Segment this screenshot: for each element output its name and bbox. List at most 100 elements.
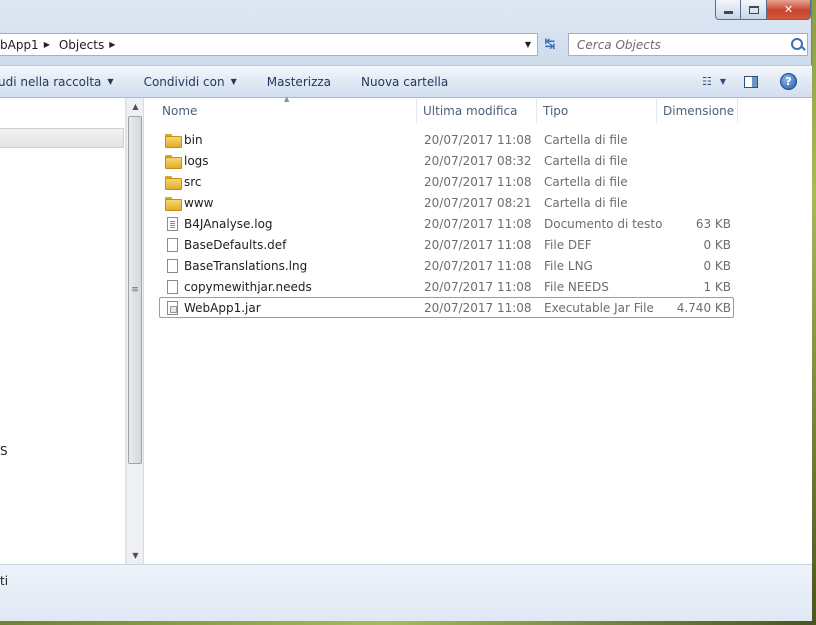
column-header-name[interactable]: ▲ Nome [144, 95, 417, 123]
close-icon: ✕ [783, 3, 794, 16]
file-modified: 20/07/2017 11:08 [424, 258, 532, 273]
file-name: copymewithjar.needs [184, 279, 312, 294]
file-modified: 20/07/2017 11:08 [424, 237, 532, 252]
grip-icon: ≡ [131, 284, 139, 295]
file-list-pane: ▲ Nome Ultima modifica Tipo Dimensione b… [144, 95, 812, 564]
folder-icon [164, 133, 182, 148]
change-view-button[interactable]: ☷ ▼ [696, 75, 732, 88]
file-row-selected[interactable]: WebApp1.jar 20/07/2017 11:08 Executable … [159, 297, 734, 318]
file-name: www [184, 195, 214, 210]
chevron-down-icon: ▼ [524, 40, 532, 49]
breadcrumb-arrow-icon[interactable]: ▶ [107, 40, 121, 49]
new-folder-label: Nuova cartella [361, 74, 449, 89]
search-icon[interactable] [787, 35, 807, 55]
folder-icon [164, 154, 182, 169]
file-modified: 20/07/2017 11:08 [424, 216, 532, 231]
command-bar: udi nella raccolta ▼ Condividi con ▼ Mas… [0, 65, 812, 98]
status-text: ti [0, 574, 9, 588]
column-header-label: Ultima modifica [423, 103, 518, 118]
breadcrumb-item[interactable]: bApp1 ▶ [0, 38, 56, 52]
file-size: 0 KB [703, 237, 731, 252]
search-box [568, 33, 808, 56]
new-folder-button[interactable]: Nuova cartella [346, 66, 463, 97]
navigation-pane: S [0, 98, 126, 564]
help-icon[interactable]: ? [780, 73, 797, 90]
file-name: BaseDefaults.def [184, 237, 287, 252]
file-row[interactable]: B4JAnalyse.log 20/07/2017 11:08 Document… [159, 213, 734, 234]
address-row: bApp1 ▶ Objects ▶ ▼ ↹ [0, 33, 812, 57]
file-row[interactable]: src 20/07/2017 11:08 Cartella di file [159, 171, 734, 192]
chevron-down-icon: ▼ [230, 77, 237, 86]
column-header-size[interactable]: Dimensione [657, 98, 738, 123]
file-icon [166, 237, 178, 252]
file-type: Documento di testo [544, 216, 663, 231]
file-row[interactable]: logs 20/07/2017 08:32 Cartella di file [159, 150, 734, 171]
file-name: bin [184, 132, 203, 147]
file-type: Cartella di file [544, 153, 628, 168]
file-type: File NEEDS [544, 279, 609, 294]
search-input[interactable] [569, 34, 787, 55]
nav-selected-item[interactable] [0, 128, 124, 148]
maximize-button[interactable] [741, 0, 767, 20]
sort-ascending-icon: ▲ [284, 95, 290, 103]
nav-scrollbar[interactable]: ▲ ≡ ▼ [126, 98, 143, 564]
file-type: Cartella di file [544, 132, 628, 147]
breadcrumb-label: bApp1 [0, 37, 39, 52]
text-file-icon [166, 216, 178, 231]
share-with-label: Condividi con [143, 74, 225, 89]
column-header-modified[interactable]: Ultima modifica [417, 98, 537, 123]
file-type: Cartella di file [544, 195, 628, 210]
file-modified: 20/07/2017 11:08 [424, 279, 532, 294]
column-header-label: Dimensione [663, 103, 735, 118]
breadcrumb-item[interactable]: Objects ▶ [56, 38, 122, 52]
status-bar: ti [0, 564, 812, 621]
scroll-down-icon[interactable]: ▼ [127, 547, 144, 564]
file-size: 0 KB [703, 258, 731, 273]
file-modified: 20/07/2017 11:08 [424, 300, 532, 315]
chevron-down-icon: ▼ [719, 77, 727, 86]
refresh-icon: ↹ [544, 37, 556, 52]
column-header-type[interactable]: Tipo [537, 98, 657, 123]
file-type: File DEF [544, 237, 592, 252]
file-name: src [184, 174, 202, 189]
nav-item-label[interactable]: S [0, 444, 8, 458]
share-with-button[interactable]: Condividi con ▼ [129, 66, 252, 97]
file-name: B4JAnalyse.log [184, 216, 273, 231]
breadcrumb-label: Objects [58, 37, 105, 52]
file-size: 4.740 KB [676, 300, 731, 315]
file-type: Executable Jar File [544, 300, 654, 315]
burn-button[interactable]: Masterizza [252, 66, 346, 97]
minimize-button[interactable] [715, 0, 741, 20]
refresh-button[interactable]: ↹ [539, 34, 561, 55]
column-header-label: Tipo [543, 103, 569, 118]
include-in-library-label: udi nella raccolta [0, 74, 102, 89]
toolbar-right: ☷ ▼ ? [696, 66, 812, 97]
jar-file-icon [166, 300, 178, 315]
file-modified: 20/07/2017 08:21 [424, 195, 532, 210]
view-list-icon: ☷ [701, 75, 712, 88]
file-row[interactable]: bin 20/07/2017 11:08 Cartella di file [159, 129, 734, 150]
caption-buttons: ✕ [715, 0, 811, 20]
scroll-up-icon[interactable]: ▲ [127, 98, 144, 115]
close-button[interactable]: ✕ [767, 0, 811, 20]
file-type: Cartella di file [544, 174, 628, 189]
file-modified: 20/07/2017 11:08 [424, 132, 532, 147]
file-modified: 20/07/2017 08:32 [424, 153, 532, 168]
scroll-thumb[interactable]: ≡ [128, 116, 142, 464]
burn-label: Masterizza [266, 74, 332, 89]
preview-pane-icon[interactable] [744, 75, 758, 88]
include-in-library-button[interactable]: udi nella raccolta ▼ [0, 66, 129, 97]
column-header-label: Nome [162, 103, 198, 118]
file-modified: 20/07/2017 11:08 [424, 174, 532, 189]
file-type: File LNG [544, 258, 593, 273]
chevron-down-icon: ▼ [107, 77, 114, 86]
address-history-dropdown[interactable]: ▼ [518, 34, 538, 55]
file-row[interactable]: BaseTranslations.lng 20/07/2017 11:08 Fi… [159, 255, 734, 276]
file-row[interactable]: copymewithjar.needs 20/07/2017 11:08 Fil… [159, 276, 734, 297]
column-header-row: ▲ Nome Ultima modifica Tipo Dimensione [144, 95, 812, 123]
breadcrumb-arrow-icon[interactable]: ▶ [42, 40, 56, 49]
file-row[interactable]: www 20/07/2017 08:21 Cartella di file [159, 192, 734, 213]
file-list: bin 20/07/2017 11:08 Cartella di file lo… [159, 129, 734, 318]
address-bar[interactable]: bApp1 ▶ Objects ▶ ▼ [0, 33, 538, 56]
file-row[interactable]: BaseDefaults.def 20/07/2017 11:08 File D… [159, 234, 734, 255]
